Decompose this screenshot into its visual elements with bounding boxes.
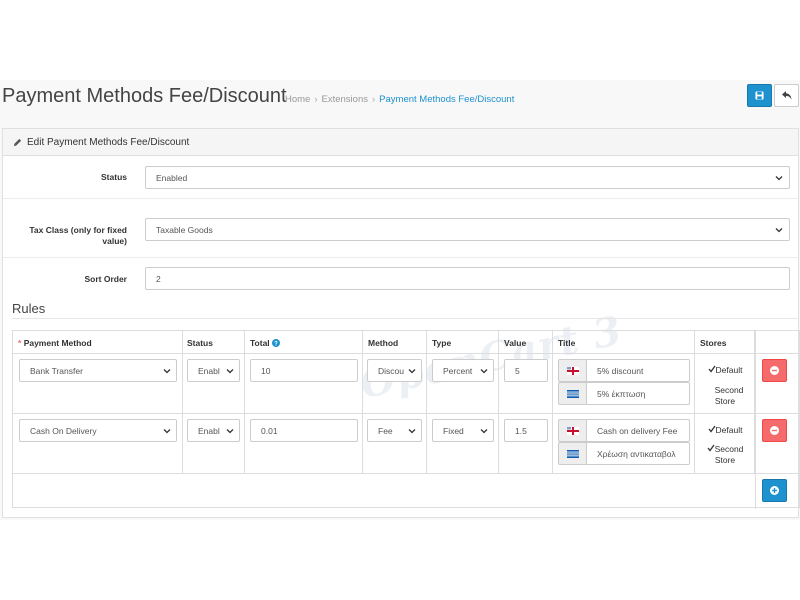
sort-order-value: 2 bbox=[156, 273, 161, 284]
rules-title: Rules bbox=[12, 301, 46, 316]
chevron-down-icon bbox=[480, 429, 488, 434]
header-value: Value bbox=[504, 338, 527, 348]
chevron-down-icon bbox=[163, 429, 171, 434]
rule-method-select[interactable]: Discou bbox=[367, 359, 422, 382]
chevron-down-icon bbox=[480, 369, 488, 374]
title-en-input[interactable]: 5% discount bbox=[586, 359, 690, 382]
header-total: Total ? bbox=[250, 338, 281, 348]
page-title: Payment Methods Fee/Discount bbox=[2, 85, 287, 107]
chevron-down-icon bbox=[775, 228, 783, 233]
header-stores: Stores bbox=[700, 338, 727, 348]
rules-table: * Payment Method Status Total ? Method T… bbox=[12, 330, 800, 509]
minus-circle-icon bbox=[770, 426, 779, 435]
breadcrumb-current[interactable]: Payment Methods Fee/Discount bbox=[379, 94, 514, 105]
status-label: Status bbox=[101, 172, 127, 182]
uk-flag-icon bbox=[558, 359, 586, 382]
header-method: Method bbox=[368, 338, 399, 348]
chevron-down-icon bbox=[408, 429, 416, 434]
row-divider bbox=[13, 413, 799, 414]
tax-class-label: Tax Class (only for fixed value) bbox=[29, 225, 127, 246]
header-status: Status bbox=[187, 338, 213, 348]
save-icon bbox=[755, 91, 764, 100]
value-input[interactable]: 5 bbox=[504, 359, 548, 382]
edit-panel: Edit Payment Methods Fee/Discount OpenCa… bbox=[2, 128, 800, 518]
payment-method-select[interactable]: Cash On Delivery bbox=[19, 419, 177, 442]
rule-method-select[interactable]: Fee bbox=[367, 419, 422, 442]
back-button[interactable] bbox=[774, 84, 799, 107]
checkmark-icon bbox=[707, 444, 715, 452]
panel-heading: Edit Payment Methods Fee/Discount bbox=[3, 129, 798, 156]
breadcrumb-home[interactable]: Home bbox=[285, 94, 310, 105]
payment-method-select[interactable]: Bank Transfer bbox=[19, 359, 177, 382]
status-value: Enabled bbox=[156, 172, 188, 183]
chevron-down-icon bbox=[163, 369, 171, 374]
store-second-checkbox[interactable]: Second Store bbox=[699, 385, 751, 407]
reply-icon bbox=[781, 91, 791, 100]
store-default-checkbox[interactable]: Default bbox=[699, 365, 751, 376]
header-type: Type bbox=[432, 338, 452, 348]
gr-flag-icon bbox=[558, 442, 586, 465]
header-payment-method: * Payment Method bbox=[18, 338, 92, 348]
status-row: Status Enabled bbox=[3, 157, 798, 199]
checkmark-icon bbox=[708, 365, 716, 373]
chevron-down-icon bbox=[775, 176, 783, 181]
col-actions bbox=[755, 331, 756, 509]
rule-status-select[interactable]: Enabl bbox=[187, 419, 240, 442]
title-el-input[interactable]: Χρέωση αντικαταβολ bbox=[586, 442, 690, 465]
save-button[interactable] bbox=[747, 84, 772, 107]
gr-flag-icon bbox=[558, 382, 586, 405]
remove-rule-button[interactable] bbox=[762, 419, 787, 442]
row-divider bbox=[13, 473, 799, 474]
pencil-icon bbox=[13, 138, 22, 146]
sort-order-label: Sort Order bbox=[84, 274, 127, 284]
rules-divider bbox=[12, 318, 798, 319]
store-default-checkbox[interactable]: Default bbox=[699, 425, 751, 436]
minus-circle-icon bbox=[770, 366, 779, 375]
total-input[interactable]: 10 bbox=[250, 359, 358, 382]
header-divider bbox=[13, 353, 799, 354]
checkmark-icon bbox=[708, 425, 716, 433]
svg-text:?: ? bbox=[274, 341, 278, 347]
rule-status-select[interactable]: Enabl bbox=[187, 359, 240, 382]
tax-class-row: Tax Class (only for fixed value) Taxable… bbox=[3, 199, 798, 258]
value-input[interactable]: 1.5 bbox=[504, 419, 548, 442]
tax-class-select[interactable]: Taxable Goods bbox=[145, 218, 790, 241]
sort-order-input[interactable]: 2 bbox=[145, 267, 790, 290]
plus-circle-icon bbox=[770, 486, 779, 495]
breadcrumb: Home › Extensions › Payment Methods Fee/Disc… bbox=[285, 94, 515, 105]
header-title: Title bbox=[558, 338, 576, 348]
add-rule-button[interactable] bbox=[762, 479, 787, 502]
rule-type-select[interactable]: Percent bbox=[432, 359, 494, 382]
title-el-input[interactable]: 5% έκπτωση bbox=[586, 382, 690, 405]
panel-heading-text: Edit Payment Methods Fee/Discount bbox=[27, 136, 190, 148]
unchecked-box-icon bbox=[707, 385, 715, 393]
title-en-input[interactable]: Cash on delivery Fee bbox=[586, 419, 690, 442]
total-input[interactable]: 0.01 bbox=[250, 419, 358, 442]
breadcrumb-extensions[interactable]: Extensions bbox=[322, 94, 368, 105]
chevron-down-icon bbox=[408, 369, 416, 374]
sort-order-row: Sort Order 2 bbox=[3, 258, 798, 298]
status-select[interactable]: Enabled bbox=[145, 166, 790, 189]
tax-class-value: Taxable Goods bbox=[156, 224, 213, 235]
remove-rule-button[interactable] bbox=[762, 359, 787, 382]
rule-type-select[interactable]: Fixed bbox=[432, 419, 494, 442]
chevron-down-icon bbox=[226, 429, 234, 434]
store-second-checkbox[interactable]: Second Store bbox=[699, 444, 751, 466]
chevron-down-icon bbox=[226, 369, 234, 374]
help-icon[interactable]: ? bbox=[272, 339, 281, 347]
uk-flag-icon bbox=[558, 419, 586, 442]
